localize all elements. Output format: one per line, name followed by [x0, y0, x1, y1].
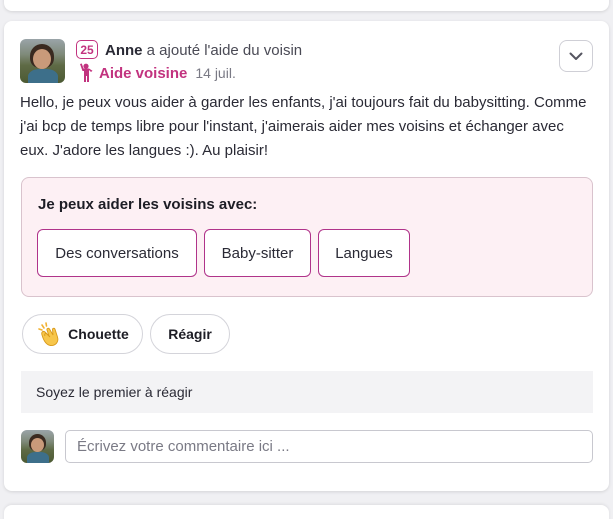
author-name[interactable]: Anne [105, 42, 143, 59]
post-type-label[interactable]: Aide voisine [99, 65, 187, 82]
help-chip-conversations[interactable]: Des conversations [37, 229, 197, 277]
react-button[interactable]: Réagir [150, 314, 230, 354]
post-date: 14 juil. [195, 65, 236, 81]
chevron-down-icon [569, 52, 583, 60]
reactions-summary: Soyez le premier à réagir [21, 371, 593, 413]
post-type-line: Aide voisine 14 juil. [77, 63, 236, 83]
chouette-reaction-button[interactable]: Chouette [22, 314, 143, 354]
no-reactions-text: Soyez le premier à réagir [36, 384, 193, 400]
chouette-label: Chouette [68, 326, 129, 342]
comment-input[interactable] [65, 430, 593, 463]
help-chip-babysitter[interactable]: Baby-sitter [204, 229, 311, 277]
post-body: Hello, je peux vous aider à garder les e… [20, 94, 587, 159]
person-raising-hand-icon [80, 63, 93, 82]
clapping-hands-icon [38, 322, 59, 346]
post-options-button[interactable] [559, 40, 593, 72]
help-chip-languages[interactable]: Langues [318, 229, 410, 277]
help-offer-box: Je peux aider les voisins avec: Des conv… [21, 177, 593, 297]
post-headline: Anne a ajouté l'aide du voisin [105, 42, 302, 59]
level-badge: 25 [76, 40, 98, 59]
previous-card-edge [4, 0, 609, 11]
author-avatar[interactable] [20, 39, 65, 83]
neighbor-help-post-card: 25 Anne a ajouté l'aide du voisin Aide v… [4, 21, 609, 491]
help-box-title: Je peux aider les voisins avec: [38, 196, 258, 213]
current-user-avatar [21, 430, 54, 463]
post-action-text: a ajouté l'aide du voisin [142, 42, 303, 59]
next-card-edge [4, 505, 609, 519]
